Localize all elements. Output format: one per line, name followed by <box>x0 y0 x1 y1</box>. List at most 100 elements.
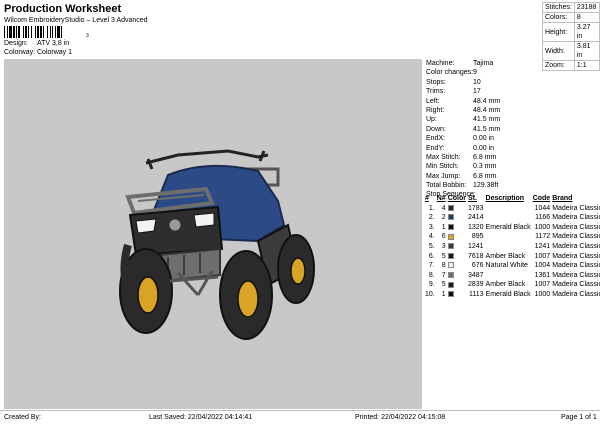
stats-value: 3.27 in <box>573 22 600 42</box>
info-value: 41.5 mm <box>473 116 501 124</box>
sequence-row: 4. 6 895 1172Madeira Classic 40 <box>424 232 600 242</box>
thread-description: Emerald Black <box>485 290 531 298</box>
stop-number: 4. <box>428 233 435 241</box>
worksheet-header: Production Worksheet Wilcom EmbroiderySt… <box>0 0 600 58</box>
needle-number: 1 <box>441 290 446 298</box>
stop-number: 8. <box>428 271 435 279</box>
sequence-row: 5.312411241Madeira Classic 40 <box>424 242 600 252</box>
color-swatch <box>447 223 467 233</box>
needle-number: 1 <box>441 223 446 231</box>
sequence-row: 8. 7 3487 1361Madeira Classic 40 <box>424 271 600 281</box>
colorway-label: Colorway: <box>4 49 36 56</box>
info-value: 6.8 mm <box>473 172 497 180</box>
stitch-count: 1320 <box>467 223 484 231</box>
needle-number: 5 <box>441 252 446 260</box>
info-row: Min Stitch: 0.3 mm <box>424 162 600 171</box>
color-swatch <box>447 204 467 214</box>
software-subtitle: Wilcom EmbroideryStudio – Level 3 Advanc… <box>4 17 148 24</box>
thread-description: Emerald Black <box>485 223 531 231</box>
barcode <box>4 26 88 38</box>
thread-description <box>485 232 532 242</box>
info-row: Total Bobbin: 129.38ft <box>424 181 600 190</box>
stats-label: Stitches: <box>542 2 575 13</box>
info-label: Right: <box>426 106 445 114</box>
stitch-count: 2414 <box>467 214 484 222</box>
stitch-count: 1113 <box>469 290 484 298</box>
info-value: 48.4 mm <box>473 97 501 105</box>
thread-description <box>485 213 532 223</box>
design-value: ATV 3,8 in <box>37 40 70 47</box>
stop-number: 3. <box>428 223 435 231</box>
needle-number: 4 <box>441 204 446 212</box>
stitch-count: 2839 <box>467 281 484 289</box>
colorway-value: Colorway 1 <box>37 49 73 56</box>
thread-brand: Madeira Classic 40 <box>552 271 600 279</box>
info-row: Up: 41.5 mm <box>424 115 600 124</box>
thread-brand: Madeira Classic 40 <box>552 252 600 260</box>
color-swatch <box>447 252 467 262</box>
thread-code: 1241 <box>534 242 551 250</box>
info-value: 129.38ft <box>473 182 499 190</box>
info-row: EndY: 0.00 in <box>424 144 600 153</box>
sequence-row: 3. 1 1320 Emerald Black 1000 Madeira Classic … <box>424 223 600 233</box>
info-row: Left: 48.4 mm <box>424 97 600 106</box>
needle-number: 5 <box>441 281 446 289</box>
info-value: 0.00 in <box>473 135 495 143</box>
thread-description <box>485 242 532 252</box>
needle-number: 3 <box>441 242 446 250</box>
stop-number: 7. <box>428 262 435 270</box>
col-stitches: St. <box>467 195 477 202</box>
info-label: Left: <box>426 97 440 105</box>
col-code: Code <box>532 195 551 202</box>
col-color: Color <box>447 195 466 202</box>
thread-code: 1000 <box>534 290 551 298</box>
stop-number: 5. <box>428 242 435 250</box>
barcode-number: 3 <box>86 33 89 39</box>
needle-number: 6 <box>441 233 446 241</box>
info-value: 0.00 in <box>473 144 495 152</box>
design-label: Design: <box>4 40 28 47</box>
sequence-row: 9. 5 2839Amber Black 1007Madeira Classic 40 <box>424 280 600 290</box>
stop-number: 1. <box>428 204 435 212</box>
design-preview-canvas[interactable] <box>4 59 422 409</box>
stats-row: Stitches: 23188 <box>542 2 600 13</box>
info-value: 6.8 mm <box>473 153 497 161</box>
info-row: Stops: 10 <box>424 78 600 87</box>
thread-description <box>485 271 532 281</box>
thread-color-swatch <box>447 243 454 250</box>
info-value: 10 <box>473 78 481 86</box>
info-row: Machine: Tajima <box>424 59 600 68</box>
thread-code: 1166 <box>535 214 551 222</box>
info-label: Max Stitch: <box>426 153 461 161</box>
sequence-header-row: # N# Color St. Description Code Brand <box>424 194 600 204</box>
info-value: 0.3 mm <box>473 163 497 171</box>
sequence-row: 10. 1 1113 Emerald Black 1000 Madeira Classic… <box>424 290 600 300</box>
stitch-count: 1241 <box>467 242 484 250</box>
info-row: EndX: 0.00 in <box>424 134 600 143</box>
stitch-count: 1783 <box>467 204 484 212</box>
thread-description: Amber Black <box>485 252 526 260</box>
color-swatch <box>447 232 467 242</box>
info-value: Tajima <box>473 60 494 67</box>
thread-code: 1007 <box>534 252 551 260</box>
stats-label: Colors: <box>542 12 575 23</box>
thread-color-swatch <box>447 204 454 211</box>
info-label: Up: <box>426 116 437 124</box>
thread-color-swatch <box>447 233 454 240</box>
info-row: Max Jump: 6.8 mm <box>424 172 600 181</box>
info-row: Down: 41.5 mm <box>424 125 600 134</box>
thread-code: 1361 <box>534 271 551 279</box>
stats-label: Width: <box>542 41 575 61</box>
info-label: EndY: <box>426 144 445 152</box>
color-swatch <box>447 290 467 300</box>
color-swatch <box>447 280 467 290</box>
stitch-count: 3487 <box>467 271 484 279</box>
info-label: Min Stitch: <box>426 163 459 171</box>
info-value: 48.4 mm <box>473 106 501 114</box>
col-needle: N# <box>436 195 446 202</box>
info-value: 41.5 mm <box>473 125 501 133</box>
stop-number: 9. <box>428 281 435 289</box>
thread-color-swatch <box>447 271 454 278</box>
info-label: Total Bobbin: <box>426 182 467 190</box>
stop-number: 6. <box>428 252 435 260</box>
